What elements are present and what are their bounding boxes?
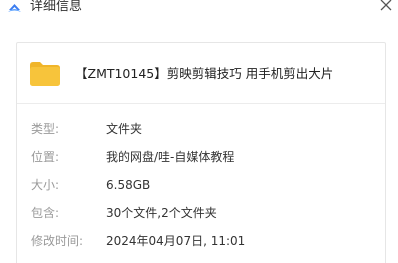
contains-value: 30个文件,2个文件夹 [106,206,217,220]
title-bar: 详细信息 [0,0,398,20]
location-value: 我的网盘/哇-自媒体教程 [106,150,235,164]
file-details-card: 【ZMT10145】剪映剪辑技巧 用手机剪出大片 类型: 文件夹 位置: 我的网… [16,42,386,263]
folder-icon [29,61,61,87]
modified-label: 修改时间: [31,234,84,248]
close-icon [380,0,392,11]
type-label: 类型: [31,122,60,136]
location-label: 位置: [31,150,60,164]
file-header: 【ZMT10145】剪映剪辑技巧 用手机剪出大片 [17,43,385,103]
type-value: 文件夹 [106,122,143,136]
size-label: 大小: [31,178,60,192]
details-dialog: 详细信息 【ZMT10145】剪映剪辑技巧 用手机剪出大片 类型: 文件夹 位置… [0,0,398,263]
cloud-drive-logo-icon [7,0,22,13]
dialog-title: 详细信息 [30,0,83,14]
modified-value: 2024年04月07日, 11:01 [106,234,246,248]
file-name: 【ZMT10145】剪映剪辑技巧 用手机剪出大片 [75,66,334,81]
divider [17,103,385,104]
size-value: 6.58GB [106,178,151,192]
contains-label: 包含: [31,206,60,220]
close-button[interactable] [378,0,394,13]
